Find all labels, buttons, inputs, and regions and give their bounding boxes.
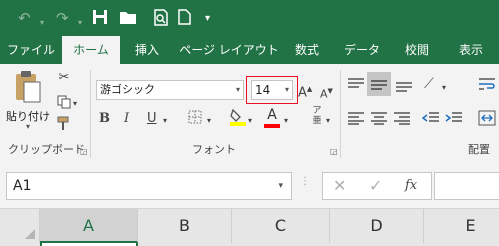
- tab-view[interactable]: 表示: [450, 36, 492, 64]
- undo-icon[interactable]: ↶: [18, 9, 31, 27]
- column-header-c[interactable]: C: [232, 209, 330, 243]
- orientation-icon[interactable]: ⟋: [424, 76, 434, 92]
- borders-icon[interactable]: [188, 110, 202, 129]
- select-all-corner[interactable]: [0, 209, 40, 243]
- column-headers: A B C D E: [0, 208, 499, 246]
- font-color-button[interactable]: A: [264, 107, 280, 128]
- enter-icon[interactable]: ✓: [369, 176, 382, 195]
- redo-icon[interactable]: ↷: [56, 9, 69, 27]
- phonetic-dropdown-icon[interactable]: ▾: [326, 113, 330, 129]
- formula-buttons: ✕ ✓ fx: [322, 172, 432, 200]
- align-right-icon[interactable]: [393, 111, 411, 130]
- tab-page-layout[interactable]: ページ レイアウト: [176, 36, 282, 64]
- bold-button[interactable]: B: [99, 111, 110, 127]
- font-color-letter: A: [267, 107, 277, 123]
- font-name-dropdown-icon[interactable]: ▾: [236, 81, 240, 99]
- underline-dropdown-icon[interactable]: ▾: [163, 113, 167, 129]
- column-header-d[interactable]: D: [330, 209, 424, 243]
- clipboard-group-label: クリップボード: [8, 143, 85, 156]
- cancel-icon[interactable]: ✕: [333, 176, 346, 195]
- folder-icon[interactable]: [119, 9, 137, 29]
- fill-color-icon[interactable]: [229, 107, 247, 132]
- orientation-dropdown-icon[interactable]: ▾: [442, 80, 446, 96]
- quick-access-toolbar: ↶ ▾ ↷ ▾ ▾: [0, 0, 499, 36]
- align-center-icon[interactable]: [370, 111, 388, 130]
- font-name-value: 游ゴシック: [100, 83, 155, 96]
- font-color-dropdown-icon[interactable]: ▾: [284, 113, 288, 129]
- save-icon[interactable]: [92, 9, 108, 29]
- tab-data[interactable]: データ: [336, 36, 388, 64]
- fill-color-dropdown-icon[interactable]: ▾: [248, 113, 252, 129]
- clipboard-launcher-icon[interactable]: ◲: [80, 147, 88, 156]
- select-all-triangle-icon: [25, 229, 35, 239]
- formula-bar-resize-handle[interactable]: ⋮: [300, 176, 310, 187]
- font-size-combo[interactable]: 14 ▾: [251, 80, 293, 100]
- font-color-swatch: [264, 124, 280, 128]
- increase-indent-icon[interactable]: [445, 111, 463, 130]
- alignment-group-label: 配置: [468, 143, 490, 156]
- align-left-icon[interactable]: [347, 111, 365, 130]
- font-group-label: フォント: [192, 143, 236, 156]
- paste-icon: [16, 71, 41, 103]
- middle-align-icon: [371, 80, 387, 90]
- undo-dropdown-icon[interactable]: ▾: [40, 14, 44, 32]
- font-launcher-icon[interactable]: ◲: [330, 147, 338, 156]
- font-size-dropdown-icon[interactable]: ▾: [285, 81, 289, 99]
- insert-function-button[interactable]: fx: [405, 178, 417, 193]
- paste-dropdown-icon[interactable]: ▾: [26, 122, 30, 131]
- format-painter-icon[interactable]: [55, 116, 73, 137]
- merge-center-icon[interactable]: [478, 110, 496, 131]
- font-name-combo[interactable]: 游ゴシック ▾: [96, 80, 244, 100]
- column-header-e[interactable]: E: [424, 209, 499, 243]
- ribbon-tabs: ファイル ホーム 挿入 ページ レイアウト 数式 データ 校閲 表示: [0, 36, 499, 64]
- print-preview-icon[interactable]: [154, 9, 168, 30]
- paste-button[interactable]: 貼り付け ▾: [6, 70, 50, 131]
- name-box[interactable]: A1 ▾: [6, 172, 292, 200]
- borders-dropdown-icon[interactable]: ▾: [207, 113, 211, 129]
- group-separator: [340, 70, 341, 158]
- copy-dropdown-icon[interactable]: ▾: [73, 96, 77, 112]
- underline-button[interactable]: U: [147, 111, 157, 127]
- tab-file[interactable]: ファイル: [0, 36, 62, 64]
- tab-review[interactable]: 校閲: [396, 36, 438, 64]
- copy-icon[interactable]: [55, 95, 73, 114]
- formula-bar: A1 ▾ ⋮ ✕ ✓ fx: [0, 164, 499, 208]
- tab-insert[interactable]: 挿入: [124, 36, 170, 64]
- formula-input[interactable]: [434, 172, 499, 200]
- middle-align-button[interactable]: [367, 72, 391, 96]
- italic-button[interactable]: I: [124, 111, 129, 127]
- wrap-text-icon[interactable]: [478, 76, 496, 97]
- column-header-a[interactable]: A: [40, 209, 138, 243]
- name-box-value: A1: [13, 178, 32, 194]
- ribbon: 貼り付け ▾ ✂ ▾ クリップボード ◲ 游ゴシック ▾ 14 ▾ A▲ A▼ …: [0, 64, 499, 165]
- cut-icon[interactable]: ✂: [55, 70, 73, 86]
- customize-qat-icon[interactable]: ▾: [205, 10, 210, 28]
- decrease-indent-icon[interactable]: [421, 111, 440, 130]
- column-header-b[interactable]: B: [138, 209, 232, 243]
- tab-formulas[interactable]: 数式: [286, 36, 328, 64]
- name-box-dropdown-icon[interactable]: ▾: [278, 181, 283, 191]
- increase-font-size-icon[interactable]: A▲: [298, 81, 312, 101]
- top-align-icon[interactable]: [347, 76, 365, 97]
- phonetic-guide-button[interactable]: ア 亜: [308, 106, 326, 126]
- group-separator: [90, 70, 91, 158]
- bottom-align-icon[interactable]: [395, 76, 413, 97]
- new-document-icon[interactable]: [178, 9, 191, 29]
- tab-home[interactable]: ホーム: [62, 36, 120, 64]
- phonetic-ruby: ア: [312, 106, 322, 116]
- decrease-font-size-icon[interactable]: A▼: [320, 83, 333, 103]
- phonetic-base: 亜: [312, 116, 322, 126]
- redo-dropdown-icon[interactable]: ▾: [78, 14, 82, 32]
- font-size-value: 14: [255, 83, 271, 97]
